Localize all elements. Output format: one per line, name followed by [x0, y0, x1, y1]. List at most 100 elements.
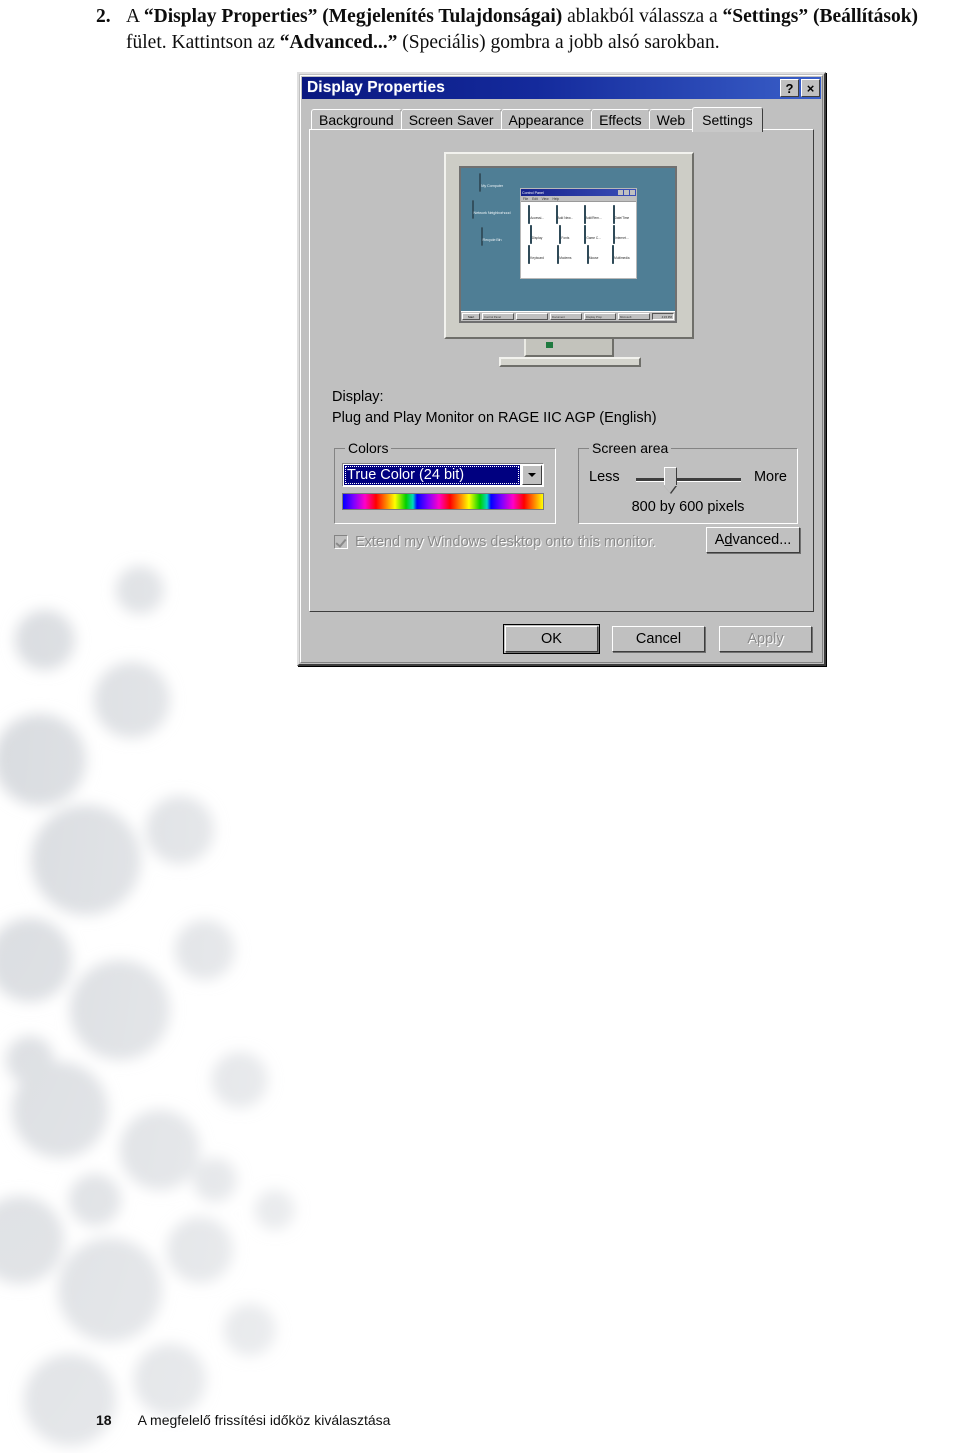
- advanced-label-suffix: vanced...: [732, 532, 792, 548]
- preview-cp-item: Add/Rem...: [580, 205, 606, 224]
- cancel-button[interactable]: Cancel: [612, 626, 705, 652]
- ok-button[interactable]: OK: [502, 623, 601, 655]
- monitor-base: [499, 357, 641, 367]
- dialog-button-row: OK Cancel Apply: [502, 623, 812, 655]
- resolution-slider-track[interactable]: [636, 478, 741, 482]
- tab-appearance[interactable]: Appearance: [500, 109, 593, 130]
- game-controllers-icon: [584, 225, 587, 244]
- preview-icon-label: My Computer: [481, 183, 503, 188]
- preview-task-button: Document: [550, 313, 582, 320]
- display-adapter-value: Plug and Play Monitor on RAGE IIC AGP (E…: [332, 410, 657, 426]
- preview-task-button: [516, 313, 548, 320]
- dialog-titlebar[interactable]: Display Properties ? ×: [302, 77, 821, 99]
- fonts-icon: [559, 225, 562, 244]
- page-footer: 18 A megfelelő frissítési időköz kiválas…: [96, 1412, 390, 1428]
- resolution-slider-thumb[interactable]: [663, 467, 677, 493]
- instruction-text: A “Display Properties” (Megjelenítés Tul…: [126, 4, 960, 56]
- tab-strip: Background Screen Saver Appearance Effec…: [311, 107, 814, 132]
- screen-area-group: Screen area Less More 800 by 600 pixels: [578, 440, 798, 524]
- preview-control-panel-window: Control Panel File Edit View Help Access…: [520, 188, 637, 279]
- preview-icon-label: Network Neighborhood: [473, 210, 511, 215]
- instruction-run: ablakból válassza a: [562, 6, 723, 27]
- preview-window-title: Control Panel: [522, 190, 544, 195]
- preview-cp-item: Fonts: [551, 225, 577, 244]
- display-icon: [529, 225, 532, 244]
- extend-desktop-row: Extend my Windows desktop onto this moni…: [334, 534, 656, 550]
- colors-group-caption: Colors: [345, 440, 392, 456]
- date-time-icon: [612, 205, 615, 224]
- mouse-icon: [586, 245, 589, 264]
- monitor-neck: [524, 339, 614, 357]
- preview-cp-item: Keyboard: [523, 245, 549, 264]
- settings-tab-page: My Computer Network Neighborhood Recycle…: [309, 129, 814, 612]
- preview-icon-network-neighborhood: Network Neighborhood: [467, 200, 515, 219]
- color-depth-value: True Color (24 bit): [344, 465, 520, 485]
- advanced-button[interactable]: Ad vanced...: [706, 527, 800, 553]
- multimedia-icon: [612, 245, 615, 264]
- preview-cp-item: Accessi...: [523, 205, 549, 224]
- accessibility-icon: [528, 205, 531, 224]
- color-gradient-strip: [342, 493, 544, 510]
- preview-cp-item: Multimedia: [608, 245, 634, 264]
- preview-start-button: Start: [462, 313, 480, 320]
- preview-menu-view: View: [541, 196, 549, 201]
- preview-menu-file: File: [523, 196, 529, 201]
- preview-system-tray: 4:15 PM: [652, 313, 674, 320]
- preview-cp-item: Modems: [551, 245, 577, 264]
- chevron-down-icon[interactable]: [522, 465, 542, 485]
- preview-icon-my-computer: My Computer: [467, 173, 515, 192]
- advanced-label-accel: d: [724, 532, 733, 548]
- close-icon[interactable]: ×: [801, 79, 820, 97]
- preview-cp-item: Add New...: [551, 205, 577, 224]
- tab-effects[interactable]: Effects: [591, 109, 650, 130]
- preview-cp-item: Mouse: [580, 245, 606, 264]
- add-hardware-icon: [555, 205, 558, 224]
- footer-title: A megfelelő frissítési időköz kiválasztá…: [137, 1412, 391, 1428]
- instruction-run: (Speciális) gombra a jobb alsó sarokban.: [397, 32, 720, 53]
- screen-area-less-label: Less: [589, 469, 620, 485]
- preview-menu-help: Help: [552, 196, 560, 201]
- screen-area-group-caption: Screen area: [589, 440, 672, 456]
- preview-window-buttons: [618, 190, 635, 195]
- display-label: Display:: [332, 389, 384, 405]
- preview-cp-item: Display: [523, 225, 549, 244]
- internet-options-icon: [613, 225, 616, 244]
- preview-window-titlebar: Control Panel: [521, 189, 636, 196]
- tab-settings[interactable]: Settings: [692, 107, 763, 132]
- preview-task-button: Control Panel: [482, 313, 514, 320]
- instruction-bold-run: “Display Properties” (Megjelenítés Tulaj…: [143, 6, 563, 27]
- preview-menu-edit: Edit: [532, 196, 538, 201]
- monitor-screen: My Computer Network Neighborhood Recycle…: [459, 166, 677, 323]
- dialog-title: Display Properties: [307, 79, 445, 96]
- apply-button: Apply: [719, 626, 812, 652]
- resolution-value: 800 by 600 pixels: [631, 499, 745, 515]
- instruction-bold-run: “Advanced...”: [279, 32, 398, 53]
- tab-screen-saver[interactable]: Screen Saver: [400, 109, 502, 130]
- screen-area-more-label: More: [753, 469, 787, 485]
- help-icon[interactable]: ?: [780, 79, 799, 97]
- monitor-preview: My Computer Network Neighborhood Recycle…: [444, 152, 694, 377]
- preview-desktop-icons: My Computer Network Neighborhood Recycle…: [467, 173, 515, 255]
- instruction-bold-run: “Settings” (Beállítások): [722, 6, 919, 27]
- instruction-number: 2.: [96, 6, 111, 27]
- preview-task-button: Microsoft: [618, 313, 650, 320]
- preview-control-panel-grid: Accessi... Add New... Add/Rem... Date/Ti…: [521, 202, 636, 268]
- tab-web[interactable]: Web: [648, 109, 694, 130]
- monitor-bezel: My Computer Network Neighborhood Recycle…: [444, 152, 694, 339]
- titlebar-buttons: ? ×: [780, 79, 820, 97]
- color-depth-combobox[interactable]: True Color (24 bit): [342, 463, 544, 487]
- tab-background[interactable]: Background: [311, 109, 402, 130]
- colors-group: Colors True Color (24 bit): [334, 440, 556, 524]
- instruction-paragraph: 2. A “Display Properties” (Megjelenítés …: [96, 4, 960, 56]
- display-properties-dialog: Display Properties ? × Background Screen…: [297, 72, 826, 666]
- page-number: 18: [96, 1412, 112, 1428]
- preview-cp-item: Game C...: [580, 225, 606, 244]
- preview-task-button: Display Prop: [584, 313, 616, 320]
- add-remove-programs-icon: [583, 205, 586, 224]
- extend-desktop-label: Extend my Windows desktop onto this moni…: [355, 534, 656, 550]
- preview-icon-label: Recycle Bin: [482, 237, 502, 242]
- modems-icon: [557, 245, 560, 264]
- keyboard-icon: [528, 245, 531, 264]
- preview-icon-recycle-bin: Recycle Bin: [467, 227, 515, 246]
- extend-desktop-checkbox: [334, 535, 348, 549]
